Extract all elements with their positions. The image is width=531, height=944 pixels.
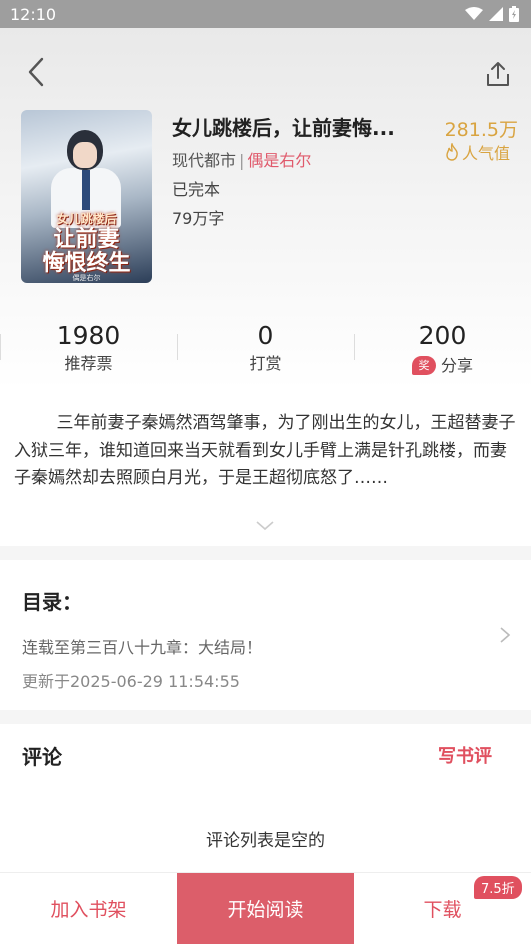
book-title: 女儿跳楼后，让前妻悔... — [172, 116, 395, 140]
cover-title-line3: 悔恨终生 — [42, 250, 131, 276]
book-author[interactable]: 偶是右尔 — [247, 151, 311, 170]
popularity-label: 人气值 — [462, 144, 511, 163]
stat-share[interactable]: 200 奖 分享 — [354, 318, 531, 382]
stat-label: 分享 — [440, 355, 473, 375]
chevron-down-icon — [256, 521, 274, 531]
battery-icon — [509, 6, 519, 22]
book-cover[interactable]: 女儿跳楼后 让前妻 悔恨终生 偶是右尔 — [21, 110, 152, 283]
back-button[interactable] — [18, 52, 54, 92]
share-button[interactable] — [478, 54, 518, 94]
book-meta: 现代都市 | 偶是右尔 — [172, 147, 311, 171]
toc-latest-chapter: 连载至第三百八十九章：大结局！ — [22, 638, 263, 657]
status-icons — [465, 6, 519, 22]
section-divider — [0, 546, 531, 560]
chevron-right-icon — [500, 627, 511, 643]
stat-value: 200 — [418, 321, 467, 350]
cover-author: 偶是右尔 — [72, 274, 101, 282]
comments-empty-text: 评论列表是空的 — [206, 831, 325, 851]
write-review-button[interactable]: 写书评 — [438, 742, 492, 768]
toc-updated-time: 更新于2025-06-29 11:54:55 — [22, 672, 240, 691]
status-bar: 12:10 — [0, 0, 531, 28]
wifi-icon — [465, 7, 483, 20]
start-reading-button[interactable]: 开始阅读 — [177, 873, 354, 944]
toc-header: 目录： — [22, 590, 82, 614]
book-category[interactable]: 现代都市 — [172, 151, 236, 170]
cover-figure-tie — [82, 170, 90, 210]
popularity-label-group: 人气值 — [444, 140, 510, 164]
comments-header: 评论 — [22, 745, 62, 769]
stat-label-group: 奖 分享 — [411, 355, 473, 376]
back-arrow-icon — [28, 57, 44, 87]
meta-separator: | — [239, 151, 245, 170]
book-summary: 三年前妻子秦嫣然酒驾肇事，为了刚出生的女儿，王超替妻子入狱三年，谁知道回来当天就… — [14, 413, 516, 488]
bottom-action-bar: 加入书架 开始阅读 下载 — [0, 872, 531, 944]
stat-recommend-votes[interactable]: 1980 推荐票 — [0, 318, 177, 382]
book-status: 已完本 — [172, 180, 221, 199]
cover-title: 女儿跳楼后 让前妻 悔恨终生 — [21, 210, 152, 275]
reward-badge: 奖 — [411, 356, 436, 375]
expand-summary-button[interactable] — [255, 518, 275, 532]
status-time: 12:10 — [10, 4, 57, 24]
stats-row: 1980 推荐票 0 打赏 200 奖 分享 — [0, 318, 531, 382]
stat-tips[interactable]: 0 打赏 — [177, 318, 354, 382]
toc-row[interactable]: 连载至第三百八十九章：大结局！ 更新于2025-06-29 11:54:55 — [0, 620, 531, 700]
book-word-count: 79万字 — [172, 209, 225, 228]
stat-label: 打赏 — [249, 354, 282, 373]
flame-icon — [446, 143, 458, 161]
stat-value: 1980 — [56, 321, 121, 350]
cover-figure-face — [73, 142, 97, 168]
stat-label: 推荐票 — [64, 354, 113, 373]
share-icon — [487, 62, 509, 86]
cover-title-line2: 让前妻 — [53, 226, 120, 252]
discount-badge: 7.5折 — [474, 876, 522, 899]
stat-value: 0 — [257, 321, 274, 350]
cover-title-line1: 女儿跳楼后 — [56, 212, 117, 226]
section-divider — [0, 710, 531, 724]
popularity-value: 281.5万 — [444, 119, 518, 141]
add-to-shelf-button[interactable]: 加入书架 — [0, 873, 177, 944]
signal-icon — [489, 7, 503, 21]
